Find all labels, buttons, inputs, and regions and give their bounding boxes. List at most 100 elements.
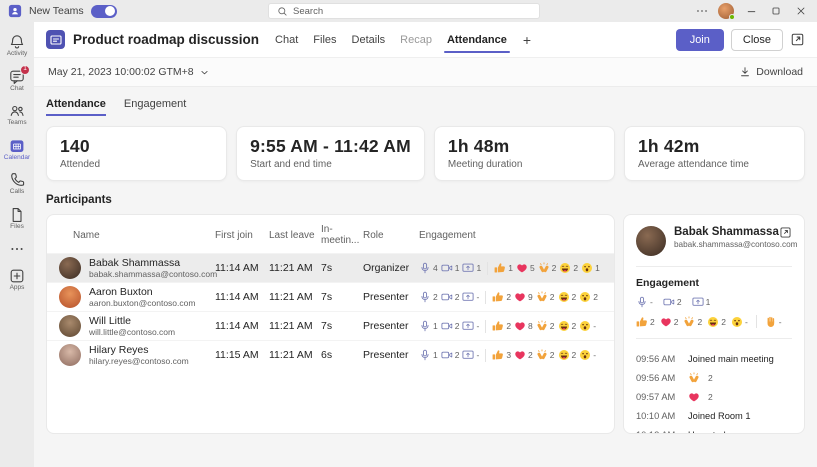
close-button[interactable]: Close	[731, 29, 783, 51]
camera-icon	[441, 262, 453, 274]
surprised-icon	[731, 316, 743, 328]
mic-count: 2	[433, 292, 438, 302]
sidebar-item-label: Calendar	[4, 155, 30, 162]
like-count: 3	[506, 350, 511, 360]
popout-icon[interactable]	[790, 32, 805, 47]
participant-name: Babak Shammassa	[89, 257, 215, 270]
add-tab-button[interactable]: +	[523, 32, 531, 48]
clap-icon	[536, 320, 548, 332]
download-label: Download	[756, 66, 803, 78]
stat-card-average: 1h 42m Average attendance time	[624, 126, 805, 181]
sidebar-item-teams[interactable]: Teams	[0, 98, 34, 133]
sidebar-item-apps[interactable]: Apps	[0, 263, 34, 298]
mic-icon	[419, 320, 431, 332]
clap-count: 2	[552, 263, 557, 273]
stat-card-start-end: 9:55 AM - 11:42 AM Start and end time	[236, 126, 425, 181]
sidebar-item-activity[interactable]: Activity	[0, 29, 34, 64]
tab-chat[interactable]: Chat	[275, 22, 298, 57]
minimize-button[interactable]	[743, 3, 759, 19]
camera-count: 2	[455, 321, 460, 331]
like-icon	[494, 262, 506, 274]
last-leave-time: 11:21 AM	[269, 349, 321, 361]
participant-name: Aaron Buxton	[89, 286, 195, 299]
tab-engagement-report[interactable]: Engagement	[124, 98, 186, 116]
search-input[interactable]: Search	[268, 3, 540, 19]
sidebar-item-calls[interactable]: Calls	[0, 167, 34, 202]
detail-participant-email: babak.shammassa@contoso.com	[674, 240, 771, 249]
heart-icon	[516, 262, 528, 274]
participant-name: Hilary Reyes	[89, 344, 189, 357]
summary-cards: 140 Attended 9:55 AM - 11:42 AM Start an…	[46, 126, 805, 181]
share-count: 1	[476, 263, 481, 273]
table-row[interactable]: Aaron Buxton aaron.buxton@contoso.com 11…	[47, 282, 614, 311]
raised-hand-icon	[765, 316, 777, 328]
join-button[interactable]: Join	[676, 29, 724, 51]
like-icon	[636, 316, 648, 328]
close-window-button[interactable]	[793, 3, 809, 19]
new-teams-toggle[interactable]	[91, 5, 117, 18]
laugh-icon	[707, 316, 719, 328]
sidebar-item-chat[interactable]: 1 Chat	[0, 64, 34, 99]
column-header-last-leave: Last leave	[269, 230, 321, 241]
last-leave-time: 11:21 AM	[269, 291, 321, 303]
in-meeting-duration: 7s	[321, 320, 363, 332]
participant-email: aaron.buxton@contoso.com	[89, 298, 195, 308]
timeline-item: 10:12 AM Unmuted	[636, 425, 792, 434]
report-tabs: Attendance Engagement	[46, 98, 805, 116]
download-button[interactable]: Download	[739, 66, 803, 78]
table-row[interactable]: Will Little will.little@contoso.com 11:1…	[47, 311, 614, 340]
stat-label: Average attendance time	[638, 159, 791, 170]
tab-attendance-report[interactable]: Attendance	[46, 98, 106, 116]
engagement-cell: 1 2 - 3 2 2 2 - -	[419, 349, 602, 362]
laugh-icon	[558, 349, 570, 361]
sidebar-item-more[interactable]	[0, 236, 34, 263]
surprised-count: 2	[593, 292, 598, 302]
tab-recap[interactable]: Recap	[400, 22, 432, 57]
engagement-timeline: 09:56 AM Joined main meeting 09:56 AM 2 …	[636, 349, 792, 434]
screen-share-icon	[692, 296, 704, 308]
main-region: Product roadmap discussion Chat Files De…	[34, 22, 817, 467]
profile-avatar[interactable]	[718, 3, 734, 19]
participant-details-panel: Babak Shammassa babak.shammassa@contoso.…	[623, 214, 805, 434]
sidebar-item-label: Activity	[7, 51, 28, 58]
tab-attendance[interactable]: Attendance	[447, 22, 507, 57]
column-header-role: Role	[363, 230, 419, 241]
screen-share-icon	[462, 320, 474, 332]
timeline-event: Joined main meeting	[688, 354, 774, 364]
avatar	[59, 286, 81, 308]
mic-count: -	[650, 297, 653, 307]
stat-label: Meeting duration	[448, 159, 601, 170]
last-leave-time: 11:21 AM	[269, 320, 321, 332]
tab-files[interactable]: Files	[313, 22, 336, 57]
surprised-count: 1	[595, 263, 600, 273]
bell-icon	[9, 34, 25, 50]
sidebar-item-files[interactable]: Files	[0, 202, 34, 237]
avatar	[59, 257, 81, 279]
stat-card-duration: 1h 48m Meeting duration	[434, 126, 615, 181]
table-row[interactable]: Babak Shammassa babak.shammassa@contoso.…	[47, 253, 614, 282]
chat-unread-badge: 1	[20, 65, 30, 75]
stat-label: Attended	[60, 159, 213, 170]
stat-value: 9:55 AM - 11:42 AM	[250, 136, 411, 157]
tab-details[interactable]: Details	[352, 22, 386, 57]
mic-count: 1	[433, 321, 438, 331]
surprised-count: -	[593, 350, 596, 360]
session-date-dropdown[interactable]: May 21, 2023 10:00:02 GTM+8	[48, 66, 210, 78]
column-header-first-join: First join	[215, 230, 269, 241]
maximize-button[interactable]	[768, 3, 784, 19]
contact-card-icon[interactable]	[779, 226, 792, 239]
session-date-label: May 21, 2023 10:00:02 GTM+8	[48, 66, 194, 78]
divider	[485, 349, 486, 362]
timeline-item: 09:57 AM 2	[636, 387, 792, 406]
camera-icon	[441, 349, 453, 361]
more-options-icon[interactable]	[695, 4, 709, 18]
title-bar: New Teams Search	[0, 0, 817, 22]
search-icon	[277, 6, 288, 17]
table-row[interactable]: Hilary Reyes hilary.reyes@contoso.com 11…	[47, 340, 614, 369]
camera-count: 1	[455, 263, 460, 273]
file-icon	[9, 207, 25, 223]
sidebar-item-calendar[interactable]: Calendar	[0, 133, 34, 168]
heart-icon	[688, 391, 700, 403]
stat-label: Start and end time	[250, 159, 411, 170]
like-count: 2	[506, 321, 511, 331]
